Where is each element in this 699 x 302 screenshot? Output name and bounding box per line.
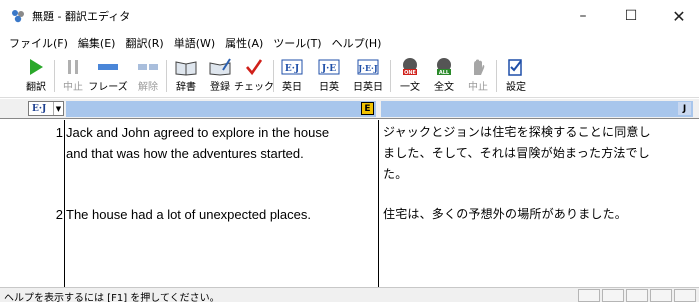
check-button[interactable]: チェック bbox=[234, 57, 274, 97]
stop-button[interactable]: 中止 bbox=[462, 57, 494, 97]
source-line: and that was how the adventures started. bbox=[66, 146, 304, 161]
menu-tools[interactable]: ツール(T) bbox=[268, 35, 326, 51]
phrase-label: フレーズ bbox=[88, 82, 128, 93]
book-icon bbox=[175, 57, 197, 77]
status-bar: ヘルプを表示するには [F1] を押してください。 bbox=[0, 287, 699, 302]
menu-edit[interactable]: 編集(E) bbox=[73, 35, 121, 51]
toolbar-separator bbox=[496, 60, 497, 92]
unphrase-label: 解除 bbox=[138, 82, 158, 93]
toolbar-separator bbox=[166, 60, 167, 92]
japanese-lang-icon: J bbox=[678, 102, 691, 115]
menu-help[interactable]: ヘルプ(H) bbox=[327, 35, 387, 51]
ja-en-ja-icon: J·E·J bbox=[357, 57, 379, 77]
menu-bar: ファイル(F) 編集(E) 翻訳(R) 単語(W) 属性(A) ツール(T) ヘ… bbox=[0, 32, 699, 54]
dictionary-button[interactable]: 辞書 bbox=[170, 57, 202, 97]
target-column-header: J bbox=[381, 101, 693, 117]
sentence-number: 1 bbox=[55, 125, 63, 140]
ja-en-ja-label: 日英日 bbox=[353, 82, 383, 93]
app-icon bbox=[12, 10, 24, 23]
ja-en-label: 日英 bbox=[319, 82, 339, 93]
toolbar-separator bbox=[390, 60, 391, 92]
check-icon bbox=[243, 57, 265, 77]
pause-button[interactable]: 中止 bbox=[57, 57, 89, 97]
register-button[interactable]: 登録 bbox=[204, 57, 236, 97]
dictionary-label: 辞書 bbox=[176, 82, 196, 93]
window-title: 無題 - 翻訳エディタ bbox=[32, 10, 131, 23]
menu-file[interactable]: ファイル(F) bbox=[4, 35, 73, 51]
maximize-button[interactable]: ☐ bbox=[608, 0, 654, 32]
status-panel bbox=[674, 289, 696, 302]
source-text[interactable]: Jack and John agreed to explore in the h… bbox=[66, 122, 376, 164]
stop-icon bbox=[467, 57, 489, 77]
target-text[interactable]: 住宅は、多くの予想外の場所がありました。 bbox=[383, 204, 689, 225]
status-panel bbox=[626, 289, 648, 302]
all-sentences-icon: ALL bbox=[433, 57, 455, 77]
check-label: チェック bbox=[234, 82, 274, 93]
status-panel bbox=[578, 289, 600, 302]
register-book-icon bbox=[209, 57, 231, 77]
title-bar: 無題 - 翻訳エディタ – ☐ ✕ bbox=[0, 0, 699, 32]
source-line: The house had a lot of unexpected places… bbox=[66, 207, 312, 222]
settings-button[interactable]: 設定 bbox=[500, 57, 532, 97]
translate-label: 翻訳 bbox=[26, 82, 46, 93]
pause-icon bbox=[62, 57, 84, 77]
target-line: ました、そして、それは冒険が始まった方法でし bbox=[383, 146, 650, 160]
english-lang-icon: E bbox=[361, 102, 374, 115]
chevron-down-icon[interactable]: ▼ bbox=[53, 102, 63, 115]
minimize-button[interactable]: – bbox=[560, 0, 606, 32]
ja-en-icon: J·E bbox=[318, 57, 340, 77]
settings-label: 設定 bbox=[506, 82, 526, 93]
target-line: 住宅は、多くの予想外の場所がありました。 bbox=[383, 207, 628, 221]
svg-text:ALL: ALL bbox=[439, 70, 450, 76]
menu-attribute[interactable]: 属性(A) bbox=[220, 35, 268, 51]
source-line: Jack and John agreed to explore in the h… bbox=[66, 125, 330, 140]
unphrase-icon bbox=[137, 57, 159, 77]
settings-icon bbox=[505, 57, 527, 77]
column-divider bbox=[64, 120, 65, 287]
translation-direction-select[interactable]: E·J ▼ bbox=[28, 101, 64, 116]
status-panel bbox=[650, 289, 672, 302]
toolbar-separator bbox=[54, 60, 55, 92]
svg-text:J·E: J·E bbox=[321, 64, 336, 74]
translation-editor[interactable]: 1 Jack and John agreed to explore in the… bbox=[0, 120, 699, 287]
menu-translate[interactable]: 翻訳(R) bbox=[120, 35, 168, 51]
column-divider[interactable] bbox=[378, 120, 379, 287]
source-text[interactable]: The house had a lot of unexpected places… bbox=[66, 204, 376, 225]
target-line: た。 bbox=[383, 167, 408, 181]
ja-en-button[interactable]: J·E 日英 bbox=[313, 57, 345, 97]
svg-text:J·E·J: J·E·J bbox=[357, 63, 377, 73]
phrase-button[interactable]: フレーズ bbox=[88, 57, 128, 97]
close-button[interactable]: ✕ bbox=[656, 0, 699, 32]
sentence-number: 2 bbox=[55, 207, 63, 222]
toolbar-separator bbox=[273, 60, 274, 92]
menu-word[interactable]: 単語(W) bbox=[169, 35, 220, 51]
source-column-header: E bbox=[66, 101, 376, 117]
stop-label: 中止 bbox=[468, 82, 488, 93]
column-header: E·J ▼ E J bbox=[0, 99, 699, 119]
direction-value: E·J bbox=[32, 103, 47, 114]
status-panel bbox=[602, 289, 624, 302]
one-sentence-label: 一文 bbox=[400, 82, 420, 93]
register-label: 登録 bbox=[210, 82, 230, 93]
all-sentences-button[interactable]: ALL 全文 bbox=[428, 57, 460, 97]
phrase-icon bbox=[97, 57, 119, 77]
one-sentence-icon: ONE bbox=[399, 57, 421, 77]
en-ja-button[interactable]: E·J 英日 bbox=[276, 57, 308, 97]
one-sentence-button[interactable]: ONE 一文 bbox=[394, 57, 426, 97]
target-line: ジャックとジョンは住宅を探検することに同意し bbox=[383, 125, 651, 139]
translate-button[interactable]: 翻訳 bbox=[20, 57, 52, 97]
en-ja-label: 英日 bbox=[282, 82, 302, 93]
ja-en-ja-button[interactable]: J·E·J 日英日 bbox=[352, 57, 384, 97]
en-ja-icon: E·J bbox=[281, 57, 303, 77]
play-icon bbox=[25, 57, 47, 77]
toolbar: 翻訳 中止 フレーズ 解除 辞書 登録 チェック E·J 英日 J·E 日英 J… bbox=[0, 54, 699, 98]
svg-text:ONE: ONE bbox=[404, 70, 416, 76]
target-text[interactable]: ジャックとジョンは住宅を探検することに同意し ました、そして、それは冒険が始まっ… bbox=[383, 122, 689, 185]
all-sentences-label: 全文 bbox=[434, 82, 454, 93]
svg-text:E·J: E·J bbox=[285, 64, 299, 74]
unphrase-button[interactable]: 解除 bbox=[132, 57, 164, 97]
status-text: ヘルプを表示するには [F1] を押してください。 bbox=[4, 293, 220, 302]
pause-label: 中止 bbox=[63, 82, 83, 93]
